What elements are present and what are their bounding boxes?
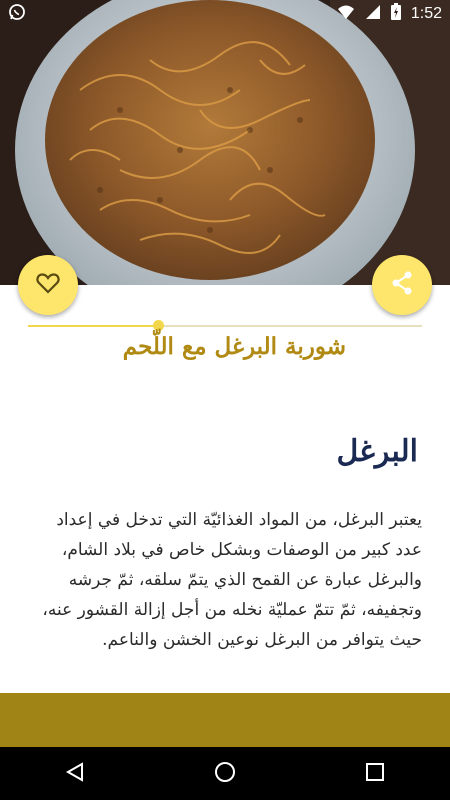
- description-line: يعتبر البرغل، من المواد الغذائيّة التي ت…: [56, 510, 422, 530]
- cellular-icon: [365, 4, 381, 25]
- share-button[interactable]: [372, 255, 432, 315]
- nav-home-button[interactable]: [195, 747, 255, 800]
- heart-outline-icon: [36, 272, 60, 298]
- nav-recents-button[interactable]: [345, 747, 405, 800]
- whatsapp-icon: [8, 4, 26, 25]
- recents-icon: [365, 762, 385, 786]
- nav-back-button[interactable]: [45, 747, 105, 800]
- recipe-title: شوربة البرغل مع اللّحم: [122, 333, 346, 360]
- description-line: حيث يتوافر من البرغل نوعين الخشن والناعم…: [102, 630, 422, 650]
- title-divider-accent: [28, 325, 158, 327]
- recipe-hero-image: [0, 0, 450, 285]
- bottom-banner: [0, 693, 450, 747]
- favorite-button[interactable]: [18, 255, 78, 315]
- title-divider-dot: [153, 320, 164, 331]
- status-time: 1:52: [410, 5, 442, 22]
- wifi-icon: [337, 4, 355, 25]
- status-bar: 1:52: [0, 0, 450, 26]
- navigation-bar: [0, 747, 450, 800]
- back-icon: [64, 761, 86, 787]
- home-icon: [214, 761, 236, 787]
- battery-charging-icon: [390, 3, 401, 25]
- section-heading: البرغل: [336, 434, 419, 469]
- description-line: وتجفيفه، ثمّ تتمّ عمليّة نخله من أجل إزا…: [42, 600, 422, 620]
- share-icon: [391, 271, 413, 299]
- description-line: والبرغل عبارة عن القمح الذي يتمّ سلقه، ث…: [68, 570, 422, 590]
- recipe-description: يعتبر البرغل، من المواد الغذائيّة التي ت…: [40, 505, 422, 655]
- description-line: عدد كبير من الوصفات وبشكل خاص في بلاد ال…: [61, 540, 422, 560]
